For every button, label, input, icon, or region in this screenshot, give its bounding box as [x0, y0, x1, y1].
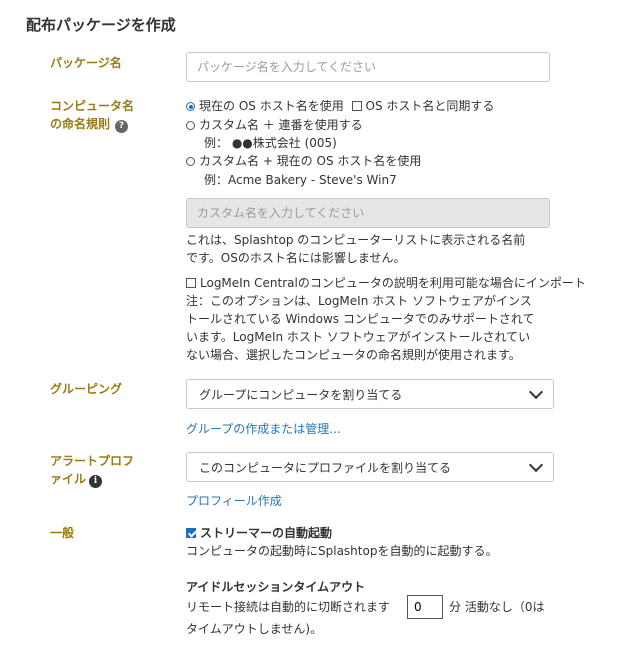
alert-label-line2: ァイル	[50, 472, 87, 486]
alert-profile-label: アラートプロフ ァイル i	[50, 452, 134, 488]
idle-timeout-prefix: リモート接続は自動的に切断されます	[186, 600, 391, 614]
grouping-selected: グループにコンピュータを割り当てる	[199, 387, 403, 402]
logmein-note: 注：このオプションは、LogMeIn ホスト ソフトウェアがインス トールされて…	[186, 292, 534, 364]
naming-option2-example: 例： ●●株式会社 (005)	[204, 136, 337, 150]
note-line2: トールされている Windows コンピュータでのみサポートされて	[186, 312, 535, 326]
package-name-input[interactable]	[186, 52, 550, 82]
naming-option2-row: カスタム名 ＋ 連番を使用する	[186, 116, 363, 134]
idle-timeout-input[interactable]	[407, 595, 443, 619]
naming-description: これは、Splashtop のコンピューターリストに表示される名前 です。OSの…	[186, 231, 525, 267]
page-title: 配布パッケージを作成	[26, 16, 176, 34]
chevron-down-icon	[528, 457, 544, 473]
package-name-label: パッケージ名	[50, 56, 122, 70]
grouping-manage-link[interactable]: グループの作成または管理...	[186, 420, 341, 437]
naming-desc-line1: これは、Splashtop のコンピューターリストに表示される名前	[186, 233, 526, 247]
idle-timeout-title: アイドルセッションタイムアウト	[186, 580, 366, 594]
logmein-label: LogMeIn Centralのコンピュータの説明を利用可能な場合にインポート	[200, 276, 586, 290]
autostart-description: コンピュータの起動時にSplashtopを自動的に起動する。	[186, 544, 498, 558]
general-label: 一般	[50, 526, 75, 540]
alert-profile-selected: このコンピュータにプロファイルを割り当てる	[199, 460, 452, 475]
naming-option2-radio[interactable]	[186, 121, 195, 130]
note-line4: ない場合、選択したコンピュータの命名規則が使用されます。	[186, 348, 521, 362]
naming-option3-label: カスタム名 + 現在の OS ホスト名を使用	[199, 154, 422, 168]
naming-option1-radio[interactable]	[186, 102, 195, 111]
naming-desc-line2: です。OSのホスト名には影響しません。	[186, 251, 406, 265]
note-line3: います。LogMeIn ホスト ソフトウェアがインストールされてい	[186, 330, 531, 344]
autostart-checkbox[interactable]	[186, 528, 196, 538]
custom-name-input[interactable]	[186, 198, 550, 228]
naming-rule-label: コンピュータ名 の命名規則?	[50, 97, 134, 133]
naming-option2-label: カスタム名 ＋ 連番を使用する	[199, 118, 363, 132]
chevron-down-icon	[528, 384, 544, 400]
naming-rule-label-line2: の命名規則	[50, 117, 111, 131]
naming-option3-radio[interactable]	[186, 157, 195, 166]
logmein-checkbox[interactable]	[186, 278, 196, 288]
note-line1: 注：このオプションは、LogMeIn ホスト ソフトウェアがインス	[186, 294, 532, 308]
sync-hostname-checkbox[interactable]	[351, 101, 362, 111]
logmein-row: LogMeIn Centralのコンピュータの説明を利用可能な場合にインポート	[186, 274, 586, 292]
autostart-label: ストリーマーの自動起動	[200, 526, 333, 540]
idle-timeout-suffix: 分 活動なし（0は	[449, 600, 545, 614]
sync-hostname-label: OS ホスト名と同期する	[365, 99, 495, 113]
alert-label-line1: アラートプロフ	[50, 454, 135, 468]
naming-option1-row: 現在の OS ホスト名を使用 OS ホスト名と同期する	[186, 97, 494, 115]
grouping-label: グルーピング	[50, 382, 123, 396]
info-icon[interactable]: i	[89, 475, 103, 488]
grouping-select[interactable]: グループにコンピュータを割り当てる	[186, 379, 554, 409]
naming-option3-example: 例：Acme Bakery - Steve's Win7	[204, 173, 397, 187]
create-profile-link[interactable]: プロフィール作成	[186, 492, 282, 509]
autostart-row: ストリーマーの自動起動	[186, 524, 332, 542]
alert-profile-select[interactable]: このコンピュータにプロファイルを割り当てる	[186, 452, 554, 482]
help-icon[interactable]: ?	[115, 120, 129, 133]
naming-option3-row: カスタム名 + 現在の OS ホスト名を使用	[186, 152, 421, 170]
naming-option1-label: 現在の OS ホスト名を使用	[199, 99, 344, 113]
naming-rule-label-line1: コンピュータ名	[50, 99, 135, 113]
idle-timeout-line2: タイムアウトしません)。	[186, 622, 323, 636]
